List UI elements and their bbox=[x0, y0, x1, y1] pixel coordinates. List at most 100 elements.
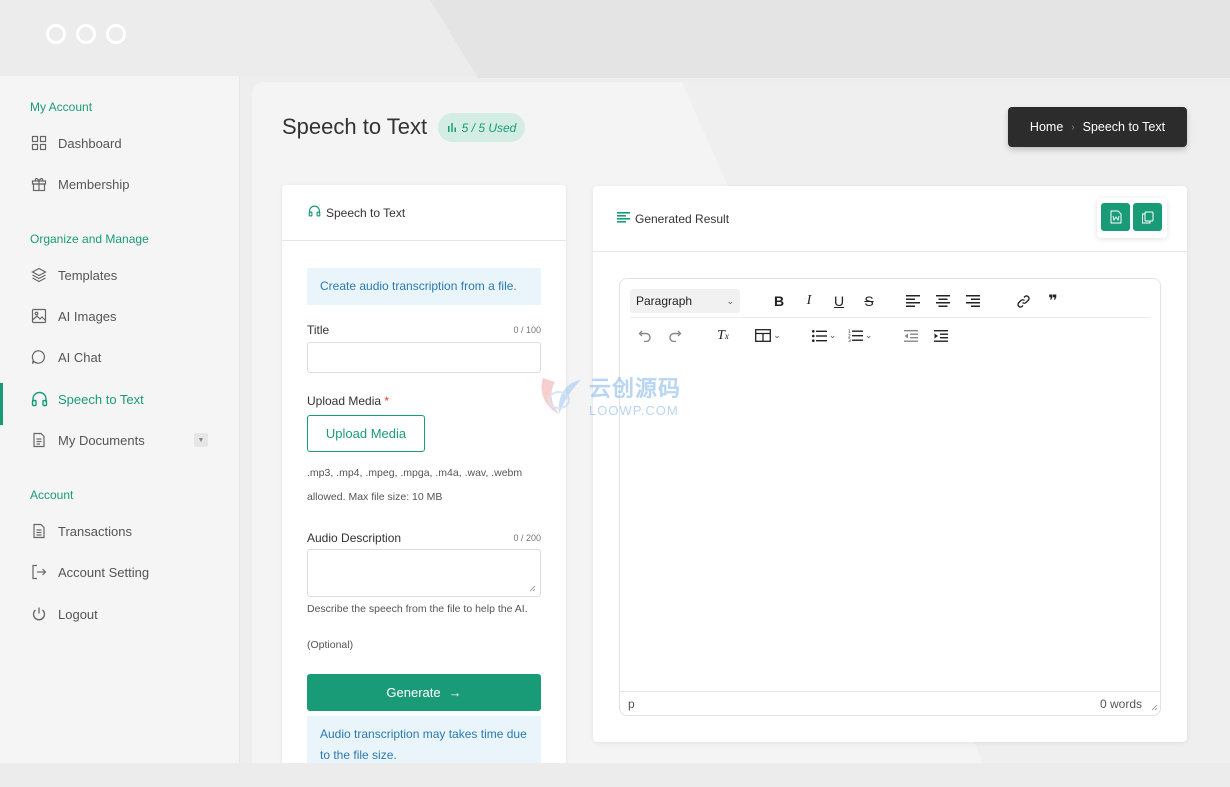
usage-badge-text: 5 / 5 Used bbox=[461, 120, 517, 135]
resize-handle-icon[interactable] bbox=[528, 584, 536, 592]
audio-description-textarea[interactable] bbox=[307, 549, 541, 597]
chevron-down-icon: ⌄ bbox=[726, 295, 734, 306]
bullet-list-icon[interactable]: ⌄ bbox=[806, 324, 842, 348]
allowed-formats-line2: allowed. Max file size: 10 MB bbox=[307, 491, 443, 503]
align-right-icon[interactable] bbox=[958, 289, 988, 313]
svg-text:3: 3 bbox=[848, 338, 851, 342]
upload-media-label: Upload Media * bbox=[307, 394, 390, 408]
result-actions bbox=[1097, 198, 1167, 238]
sidebar-item-label: AI Images bbox=[58, 308, 117, 324]
window-dot-close[interactable] bbox=[46, 24, 66, 44]
editor-content-area[interactable] bbox=[620, 355, 1160, 691]
sidebar-item-label: Account Setting bbox=[58, 564, 150, 580]
redo-icon[interactable] bbox=[660, 324, 690, 348]
align-center-icon[interactable] bbox=[928, 289, 958, 313]
speech-form-header: Speech to Text bbox=[282, 185, 566, 241]
element-path[interactable]: p bbox=[628, 697, 635, 711]
sidebar-item-logout[interactable]: Logout bbox=[0, 596, 240, 632]
description-char-count: 0 / 200 bbox=[513, 533, 541, 543]
align-left-icon[interactable] bbox=[898, 289, 928, 313]
sidebar-item-label: Transactions bbox=[58, 523, 132, 539]
description-optional: (Optional) bbox=[307, 639, 354, 651]
window-dot-maximize[interactable] bbox=[106, 24, 126, 44]
sidebar: My Account Dashboard Membership Organize… bbox=[0, 76, 240, 763]
title-input[interactable] bbox=[307, 342, 541, 373]
layers-icon bbox=[30, 266, 48, 284]
required-marker: * bbox=[384, 394, 390, 408]
speech-form-card: Speech to Text Create audio transcriptio… bbox=[282, 185, 566, 765]
word-count[interactable]: 0 words bbox=[1100, 697, 1142, 711]
page-title: Speech to Text bbox=[282, 114, 428, 139]
window-controls bbox=[46, 24, 126, 44]
sidebar-item-dashboard[interactable]: Dashboard bbox=[0, 125, 240, 161]
window-dot-minimize[interactable] bbox=[76, 24, 96, 44]
watermark-logo bbox=[541, 377, 581, 414]
watermark: 云创源码 LOOWP.COM bbox=[537, 371, 681, 418]
sidebar-item-speech-to-text[interactable]: Speech to Text bbox=[0, 381, 240, 425]
info-alert: Create audio transcription from a file. bbox=[307, 268, 541, 305]
watermark-text-cn: 云创源码 bbox=[589, 376, 682, 401]
editor-status-bar: p 0 words bbox=[620, 691, 1160, 715]
sidebar-item-label: My Documents bbox=[58, 432, 145, 448]
breadcrumb: Home › Speech to Text bbox=[1008, 107, 1187, 147]
receipt-icon bbox=[30, 522, 48, 540]
title-char-count: 0 / 100 bbox=[513, 325, 541, 335]
result-title: Generated Result bbox=[635, 211, 730, 226]
underline-icon[interactable]: U bbox=[824, 289, 854, 313]
title-label: Title bbox=[307, 323, 330, 337]
sidebar-item-transactions[interactable]: Transactions bbox=[0, 513, 240, 549]
watermark-text-en: LOOWP.COM bbox=[589, 403, 679, 418]
allowed-formats-line1: .mp3, .mp4, .mpeg, .mpga, .m4a, .wav, .w… bbox=[307, 467, 523, 479]
block-format-select[interactable]: Paragraph ⌄ bbox=[630, 289, 740, 313]
sidebar-item-account-setting[interactable]: Account Setting bbox=[0, 554, 240, 590]
editor-toolbar: Paragraph ⌄ B I U S ❞ T x ⌄ ⌄ 1 2 3 ⌄ bbox=[620, 279, 1160, 355]
italic-icon[interactable]: I bbox=[794, 289, 824, 313]
sidebar-item-my-documents[interactable]: My Documents ▼ bbox=[0, 422, 240, 458]
upload-media-button[interactable]: Upload Media bbox=[307, 415, 425, 452]
sidebar-item-ai-chat[interactable]: AI Chat bbox=[0, 339, 240, 375]
sidebar-item-label: Speech to Text bbox=[58, 391, 144, 407]
bar-chart-icon bbox=[447, 121, 457, 135]
numbered-list-icon[interactable]: 123 ⌄ bbox=[842, 324, 878, 348]
logout-arrow-icon bbox=[30, 563, 48, 581]
sidebar-item-ai-images[interactable]: AI Images bbox=[0, 298, 240, 334]
gift-icon bbox=[30, 175, 48, 193]
outdent-icon[interactable] bbox=[896, 324, 926, 348]
undo-icon[interactable] bbox=[630, 324, 660, 348]
result-card: Generated Result Paragraph ⌄ B I U S ❞ T… bbox=[593, 186, 1187, 742]
table-icon[interactable]: ⌄ bbox=[750, 324, 786, 348]
generate-button[interactable]: Generate → bbox=[307, 674, 541, 711]
strikethrough-icon[interactable]: S bbox=[854, 289, 884, 313]
sidebar-section-organize: Organize and Manage bbox=[30, 232, 149, 246]
export-word-button[interactable] bbox=[1101, 203, 1130, 231]
document-icon bbox=[30, 431, 48, 449]
indent-icon[interactable] bbox=[926, 324, 956, 348]
sidebar-item-label: Logout bbox=[58, 606, 98, 622]
description-help: Describe the speech from the file to hel… bbox=[307, 603, 528, 615]
speech-form-title: Speech to Text bbox=[326, 205, 406, 220]
sidebar-item-label: Membership bbox=[58, 176, 130, 192]
clear-format-icon[interactable]: Tx bbox=[708, 324, 738, 348]
transcription-notice: Audio transcription may takes time due t… bbox=[307, 716, 541, 765]
sidebar-item-templates[interactable]: Templates bbox=[0, 257, 240, 293]
headphones-icon bbox=[30, 390, 48, 408]
window-titlebar bbox=[0, 0, 1230, 78]
breadcrumb-current: Speech to Text bbox=[1082, 120, 1166, 134]
sidebar-item-membership[interactable]: Membership bbox=[0, 166, 240, 202]
rich-text-editor: Paragraph ⌄ B I U S ❞ T x ⌄ ⌄ 1 2 3 ⌄ p … bbox=[619, 278, 1161, 716]
usage-badge: 5 / 5 Used bbox=[438, 113, 525, 142]
bold-icon[interactable]: B bbox=[764, 289, 794, 313]
blockquote-icon[interactable]: ❞ bbox=[1038, 289, 1068, 313]
breadcrumb-home[interactable]: Home bbox=[1030, 120, 1063, 134]
window-bottom-bar bbox=[0, 763, 1230, 787]
chevron-down-icon[interactable]: ▼ bbox=[194, 433, 208, 447]
link-icon[interactable] bbox=[1008, 289, 1038, 313]
headphones-icon bbox=[308, 205, 321, 220]
generate-button-label: Generate bbox=[386, 685, 441, 700]
audio-description-label: Audio Description bbox=[307, 531, 402, 545]
copy-button[interactable] bbox=[1133, 203, 1162, 231]
sidebar-item-label: Dashboard bbox=[58, 135, 122, 151]
sidebar-item-label: Templates bbox=[58, 267, 118, 283]
sidebar-section-my-account: My Account bbox=[30, 100, 93, 114]
resize-handle-icon[interactable] bbox=[1150, 703, 1158, 711]
